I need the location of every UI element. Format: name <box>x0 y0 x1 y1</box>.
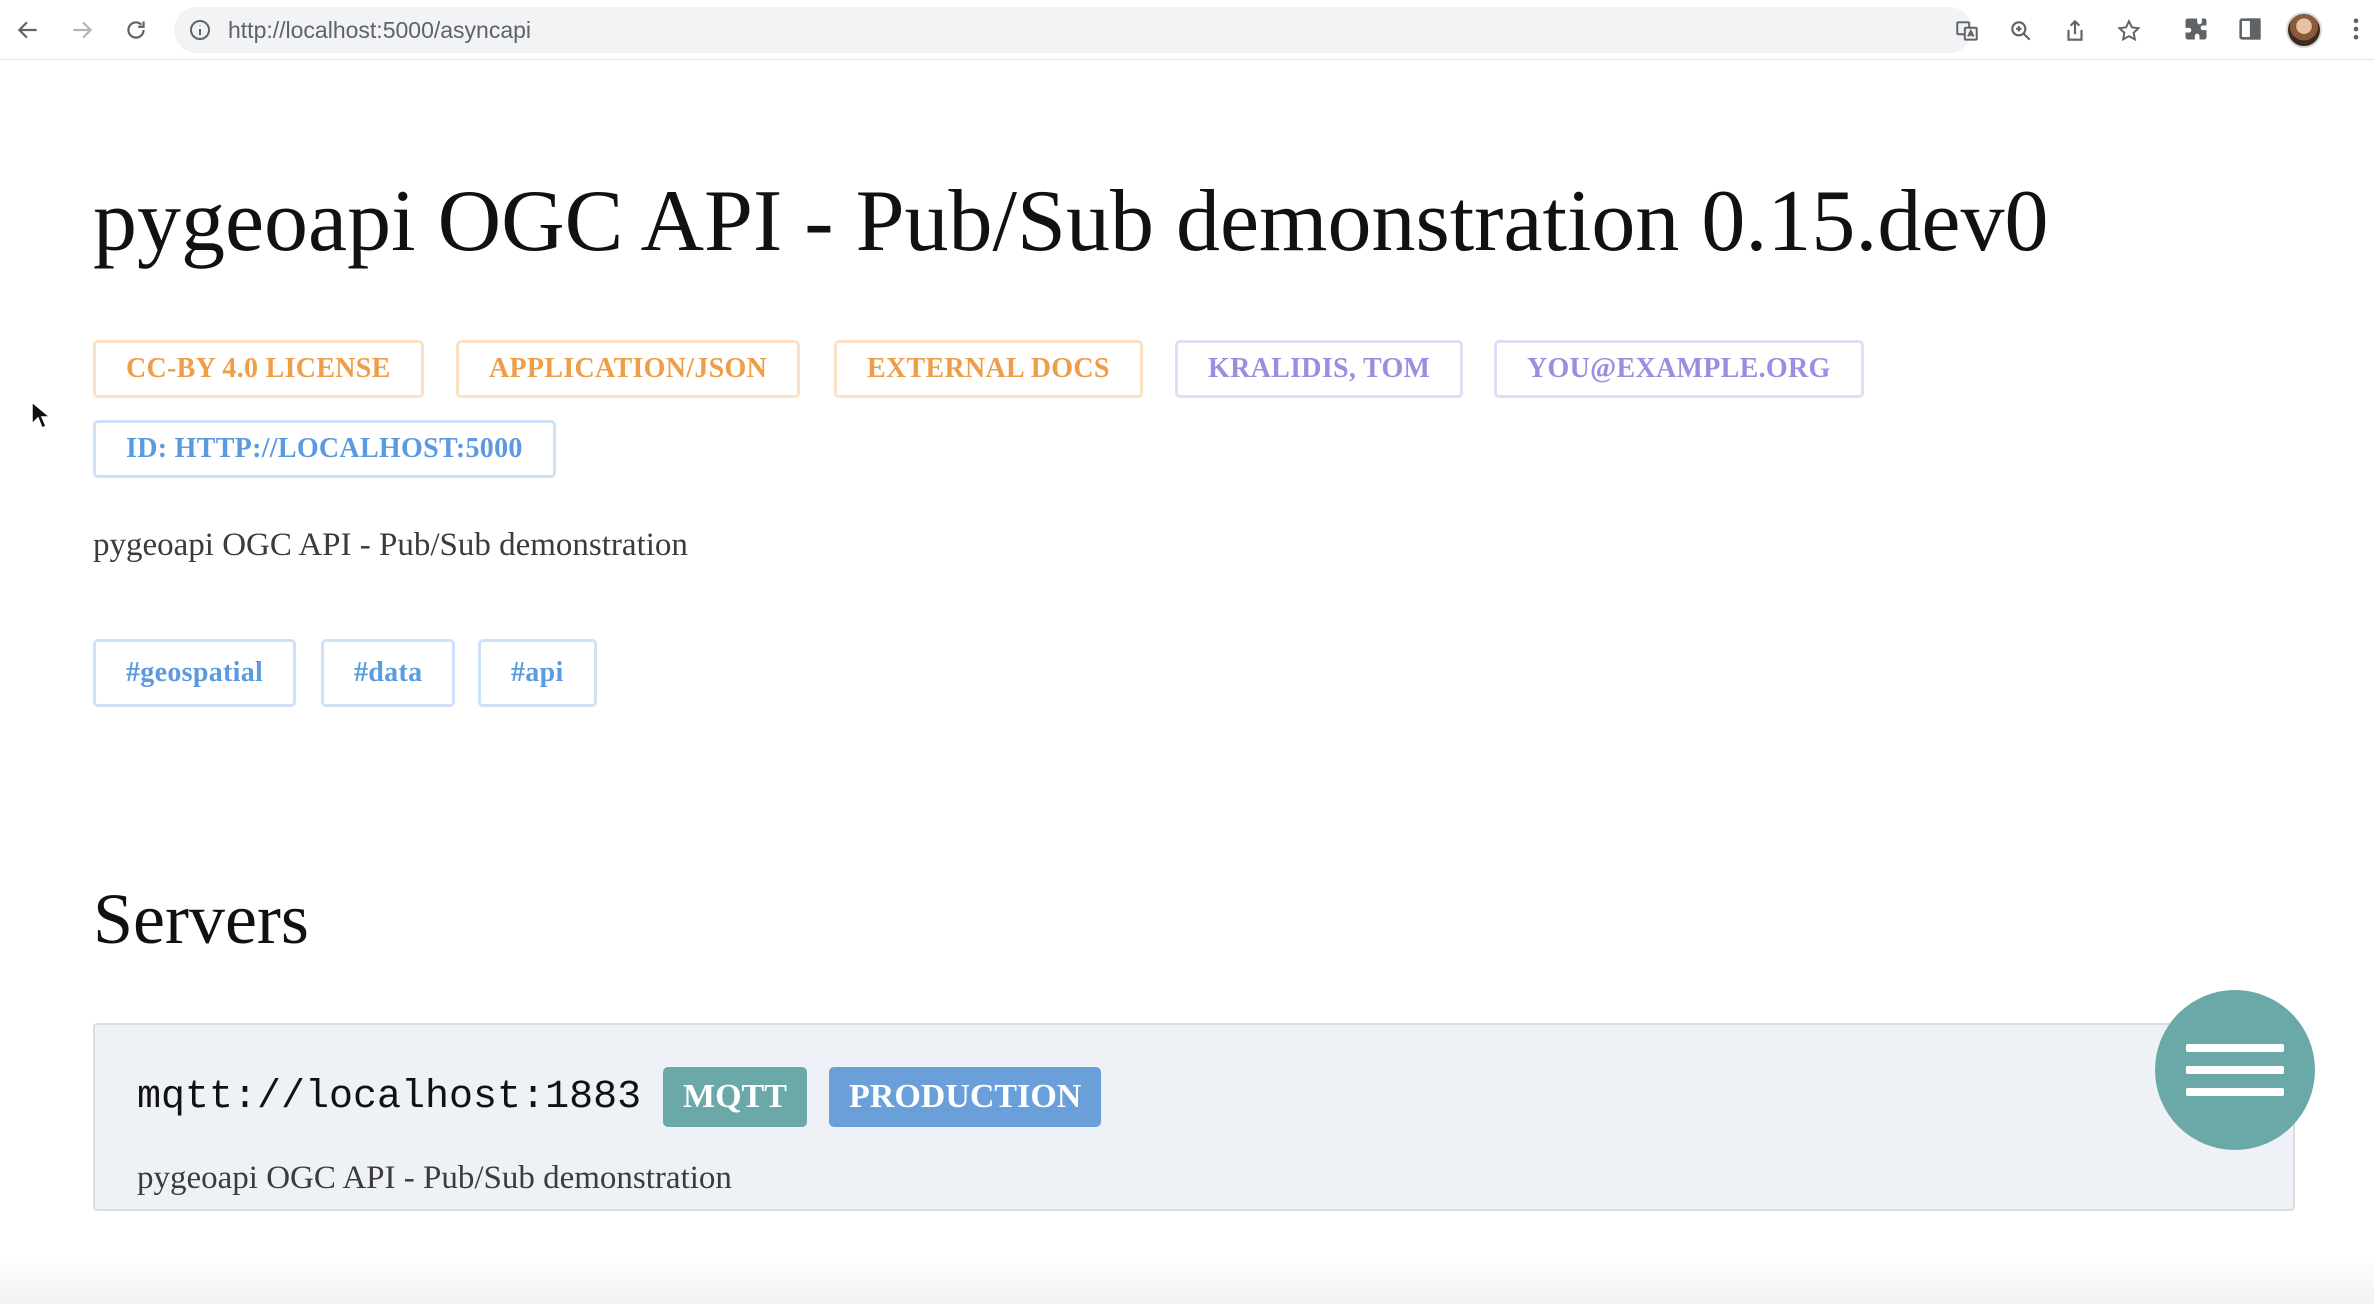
server-url: mqtt://localhost:1883 <box>137 1075 642 1120</box>
side-panel-icon[interactable] <box>2236 15 2266 45</box>
info-icon[interactable] <box>188 18 212 42</box>
avatar[interactable] <box>2286 12 2322 48</box>
contact-email-tag[interactable]: YOU@EXAMPLE.ORG <box>1494 340 1864 398</box>
page-title: pygeoapi OGC API - Pub/Sub demonstration… <box>93 173 2049 270</box>
url-text[interactable]: http://localhost:5000/asyncapi <box>228 7 531 53</box>
more-vert-icon[interactable] <box>2342 15 2362 45</box>
menu-icon <box>2186 1044 2284 1052</box>
page-bottom-edge <box>0 1254 2374 1304</box>
reload-icon[interactable] <box>116 10 156 50</box>
extensions-icon[interactable] <box>2182 15 2212 45</box>
content-type-tag: APPLICATION/JSON <box>456 340 801 398</box>
environment-badge: PRODUCTION <box>829 1067 1102 1127</box>
protocol-badge: MQTT <box>663 1067 807 1127</box>
star-icon[interactable] <box>2116 18 2142 44</box>
keyword-tag-geospatial[interactable]: #geospatial <box>93 639 297 707</box>
menu-button[interactable] <box>2155 990 2315 1150</box>
contact-name-tag[interactable]: KRALIDIS, TOM <box>1175 340 1464 398</box>
keyword-tag-api[interactable]: #api <box>478 639 597 707</box>
server-card: mqtt://localhost:1883 MQTT PRODUCTION py… <box>93 1023 2295 1211</box>
share-icon[interactable] <box>2062 18 2088 44</box>
external-docs-tag[interactable]: EXTERNAL DOCS <box>834 340 1143 398</box>
api-description: pygeoapi OGC API - Pub/Sub demonstration <box>93 527 688 563</box>
mouse-cursor-icon <box>31 400 53 430</box>
servers-heading: Servers <box>93 879 309 959</box>
id-tag: ID: HTTP://LOCALHOST:5000 <box>93 420 556 478</box>
forward-arrow-icon[interactable] <box>62 10 102 50</box>
browser-toolbar: http://localhost:5000/asyncapi <box>0 0 2374 60</box>
keyword-tag-data[interactable]: #data <box>321 639 456 707</box>
server-description: pygeoapi OGC API - Pub/Sub demonstration <box>137 1160 732 1196</box>
translate-icon[interactable] <box>1954 18 1980 44</box>
license-tag[interactable]: CC-BY 4.0 LICENSE <box>93 340 424 398</box>
zoom-icon[interactable] <box>2008 18 2034 44</box>
address-bar[interactable]: http://localhost:5000/asyncapi <box>174 7 2141 53</box>
back-arrow-icon[interactable] <box>8 10 48 50</box>
